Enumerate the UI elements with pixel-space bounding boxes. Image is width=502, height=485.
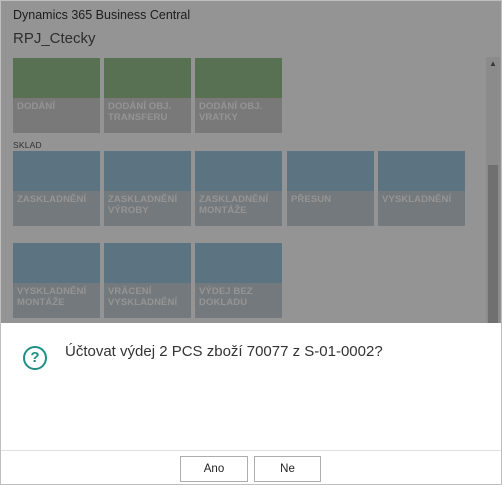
app-window: Dynamics 365 Business Central RPJ_Ctecky… [0, 0, 502, 485]
no-button[interactable]: Ne [254, 456, 321, 482]
question-icon: ? [23, 346, 47, 370]
modal-overlay [1, 1, 501, 323]
dialog-message: Účtovat výdej 2 PCS zboží 70077 z S-01-0… [65, 343, 383, 360]
confirm-dialog: ? Účtovat výdej 2 PCS zboží 70077 z S-01… [1, 323, 501, 484]
dialog-footer: Ano Ne [1, 450, 501, 484]
yes-button[interactable]: Ano [180, 456, 248, 482]
